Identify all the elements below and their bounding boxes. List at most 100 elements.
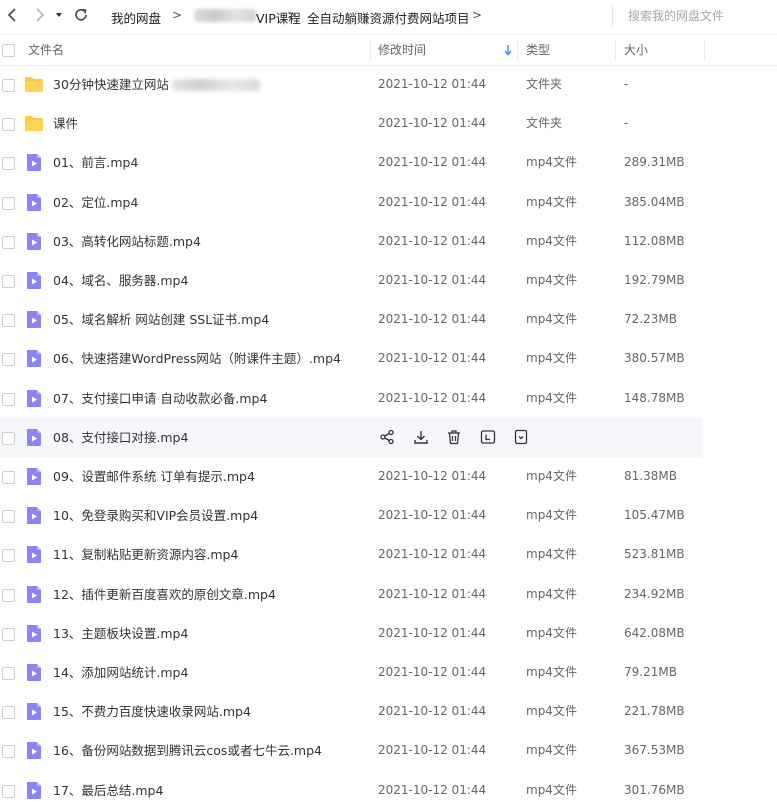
file-row[interactable]: 01、前言.mp4 2021-10-12 01:44 mp4文件 289.31MB	[0, 143, 777, 182]
file-name[interactable]: 17、最后总结.mp4	[53, 771, 163, 810]
breadcrumb-separator: >	[287, 8, 298, 22]
row-checkbox[interactable]	[2, 431, 15, 445]
file-name[interactable]: 课件	[53, 104, 78, 143]
file-row[interactable]: 17、最后总结.mp4 2021-10-12 01:44 mp4文件 301.76MB	[0, 771, 777, 810]
file-row[interactable]: 课件 2021-10-12 01:44 文件夹 -	[0, 104, 777, 143]
file-name[interactable]: 03、高转化网站标题.mp4	[53, 222, 201, 261]
file-name[interactable]: 12、插件更新百度喜欢的原创文章.mp4	[53, 575, 276, 614]
row-checkbox[interactable]	[2, 549, 15, 563]
file-row[interactable]: 15、不费力百度快速收录网站.mp4 2021-10-12 01:44 mp4文件 2…	[0, 692, 777, 731]
row-checkbox[interactable]	[2, 471, 15, 484]
file-row[interactable]: 13、主题板块设置.mp4 2021-10-12 01:44 mp4文件 642.08…	[0, 614, 777, 653]
file-type: mp4文件	[526, 508, 577, 523]
file-name[interactable]: 11、复制粘贴更新资源内容.mp4	[53, 535, 238, 574]
download-button[interactable]	[412, 428, 430, 446]
back-button[interactable]	[2, 4, 24, 26]
video-file-icon	[27, 154, 41, 172]
file-row[interactable]: 08、支付接口对接.mp4	[0, 417, 777, 457]
row-checkbox[interactable]	[2, 314, 15, 328]
row-checkbox[interactable]	[2, 667, 15, 680]
column-divider	[517, 40, 518, 60]
file-name[interactable]: 13、主题板块设置.mp4	[53, 614, 188, 653]
search-input[interactable]	[622, 5, 777, 27]
row-checkbox[interactable]	[2, 706, 15, 720]
column-header-type[interactable]: 类型	[526, 35, 550, 65]
file-size: 81.38MB	[624, 469, 677, 483]
file-name[interactable]: 10、免登录购买和VIP会员设置.mp4	[53, 496, 258, 535]
file-name[interactable]: 05、域名解析 网站创建 SSL证书.mp4	[53, 300, 269, 339]
file-size: 221.78MB	[624, 704, 685, 719]
file-name[interactable]: 09、设置邮件系统 订单有提示.mp4	[53, 457, 255, 496]
file-type-icon	[24, 663, 44, 682]
file-row[interactable]: 12、插件更新百度喜欢的原创文章.mp4 2021-10-12 01:44 mp4文…	[0, 575, 777, 614]
chevron-left-icon	[7, 8, 16, 22]
sort-down-arrow-icon[interactable]	[503, 44, 513, 56]
file-row[interactable]: 10、免登录购买和VIP会员设置.mp4 2021-10-12 01:44 mp4文…	[0, 496, 777, 535]
file-type: 文件夹	[526, 116, 563, 131]
file-row[interactable]: 11、复制粘贴更新资源内容.mp4 2021-10-12 01:44 mp4文件 52…	[0, 535, 777, 574]
select-all-checkbox[interactable]	[2, 44, 15, 57]
file-name[interactable]: 04、域名、服务器.mp4	[53, 261, 188, 300]
file-size: 105.47MB	[624, 508, 685, 523]
file-size: -	[624, 77, 629, 91]
video-file-icon	[27, 428, 41, 446]
file-name[interactable]: 14、添加网站统计.mp4	[53, 653, 188, 692]
file-row[interactable]: 07、支付接口申请 自动收款必备.mp4 2021-10-12 01:44 mp4文…	[0, 379, 777, 418]
video-file-icon	[27, 781, 41, 799]
row-checkbox[interactable]	[2, 196, 15, 210]
row-checkbox[interactable]	[2, 235, 15, 249]
file-name[interactable]: 07、支付接口申请 自动收款必备.mp4	[53, 379, 267, 418]
share-button[interactable]	[378, 428, 396, 446]
rename-button[interactable]	[479, 428, 497, 446]
file-size: 367.53MB	[624, 743, 685, 758]
file-name[interactable]: 15、不费力百度快速收录网站.mp4	[53, 692, 251, 731]
row-checkbox[interactable]	[2, 118, 15, 132]
file-name[interactable]: 01、前言.mp4	[53, 143, 138, 182]
file-row[interactable]: 04、域名、服务器.mp4 2021-10-12 01:44 mp4文件 192.79…	[0, 261, 777, 300]
file-row[interactable]: 06、快速搭建WordPress网站（附课件主题）.mp4 2021-10-12 …	[0, 339, 777, 378]
row-checkbox[interactable]	[2, 353, 15, 367]
row-checkbox[interactable]	[2, 784, 15, 798]
row-checkbox[interactable]	[2, 392, 15, 406]
file-modified: 2021-10-12 01:44	[378, 233, 487, 248]
file-type-icon	[24, 114, 44, 133]
row-checkbox[interactable]	[2, 627, 15, 641]
search-divider	[612, 6, 613, 26]
top-bar: 我的网盘 > VIP课程 > 全自动躺赚资源付费网站项目 >	[0, 0, 777, 32]
history-dropdown[interactable]	[52, 4, 66, 26]
file-type-icon	[24, 389, 44, 408]
column-header-name[interactable]: 文件名	[28, 35, 64, 65]
more-button[interactable]	[512, 428, 530, 446]
file-row[interactable]: 09、设置邮件系统 订单有提示.mp4 2021-10-12 01:44 mp4文件…	[0, 457, 777, 496]
row-checkbox[interactable]	[2, 275, 15, 288]
refresh-button[interactable]	[70, 4, 92, 26]
file-size: 301.76MB	[624, 782, 685, 797]
file-row[interactable]: 02、定位.mp4 2021-10-12 01:44 mp4文件 385.04MB	[0, 183, 777, 222]
file-name[interactable]: 02、定位.mp4	[53, 183, 138, 222]
forward-button[interactable]	[28, 4, 50, 26]
file-row[interactable]: 30分钟快速建立网站 2021-10-12 01:44 文件夹 -	[0, 65, 777, 104]
file-row[interactable]: 03、高转化网站标题.mp4 2021-10-12 01:44 mp4文件 112.0…	[0, 222, 777, 261]
file-name[interactable]: 16、备份网站数据到腾讯云cos或者七牛云.mp4	[53, 731, 322, 770]
row-checkbox[interactable]	[2, 157, 15, 171]
row-checkbox[interactable]	[2, 588, 15, 602]
column-header-modified[interactable]: 修改时间	[378, 35, 426, 65]
file-row[interactable]: 05、域名解析 网站创建 SSL证书.mp4 2021-10-12 01:44 mp…	[0, 300, 777, 339]
file-name[interactable]: 06、快速搭建WordPress网站（附课件主题）.mp4	[53, 339, 341, 378]
file-name[interactable]: 08、支付接口对接.mp4	[53, 418, 188, 457]
row-checkbox[interactable]	[2, 510, 15, 524]
file-row[interactable]: 14、添加网站统计.mp4 2021-10-12 01:44 mp4文件 79.21M…	[0, 653, 777, 692]
file-size: 380.57MB	[624, 351, 685, 366]
row-checkbox[interactable]	[2, 79, 15, 92]
file-row[interactable]: 16、备份网站数据到腾讯云cos或者七牛云.mp4 2021-10-12 01:4…	[0, 731, 777, 770]
column-divider	[370, 40, 371, 60]
file-type-icon	[24, 75, 44, 94]
file-name[interactable]: 30分钟快速建立网站	[53, 65, 169, 104]
delete-button[interactable]	[445, 428, 463, 446]
file-size: 148.78MB	[624, 390, 685, 405]
breadcrumb-item-root[interactable]: 我的网盘	[111, 8, 161, 27]
file-type-icon	[24, 193, 44, 212]
row-checkbox[interactable]	[2, 745, 15, 759]
file-size: 234.92MB	[624, 586, 685, 601]
column-header-size[interactable]: 大小	[624, 35, 648, 65]
